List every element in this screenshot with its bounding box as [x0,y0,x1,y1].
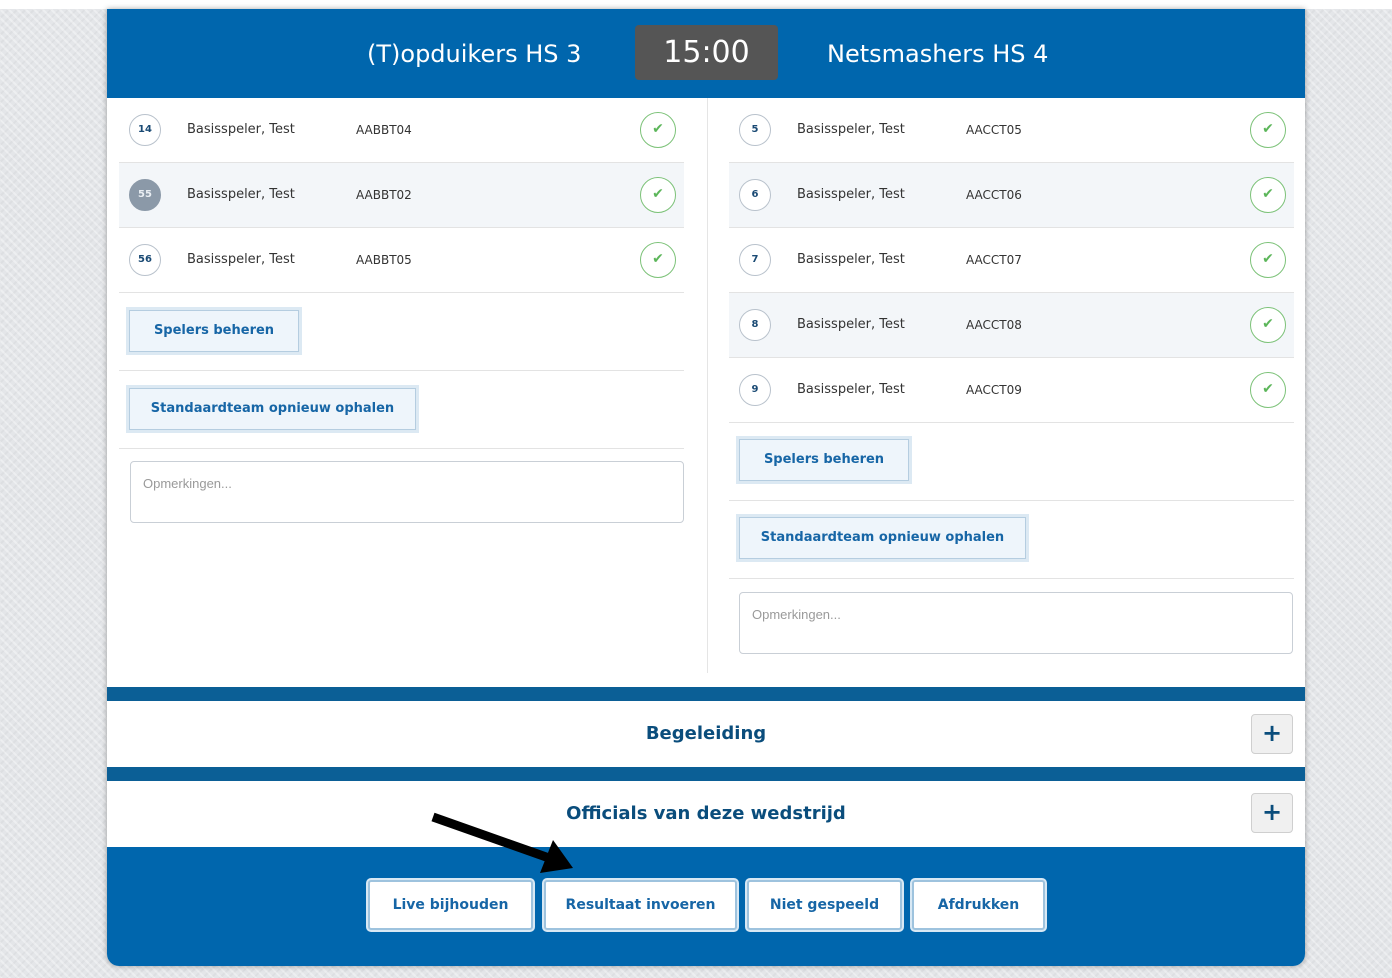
player-code: AACCT07 [966,253,1022,267]
shirt-number: 7 [739,244,771,276]
match-time: 15:00 [635,25,778,80]
remarks-input[interactable]: Opmerkingen... [130,461,684,523]
player-row[interactable]: 7 Basisspeler, Test AACCT07 ✔ [729,228,1294,293]
away-team-name: Netsmashers HS 4 [827,40,1049,68]
away-team-column: 5 Basisspeler, Test AACCT05 ✔ 6 Basisspe… [729,98,1294,669]
player-code: AACCT08 [966,318,1022,332]
officials-title: Officials van deze wedstrijd [566,803,846,824]
player-code: AABBT05 [356,253,412,267]
shirt-number: 5 [739,114,771,146]
refresh-team-button[interactable]: Standaardteam opnieuw ophalen [129,388,416,430]
checkmark-icon[interactable]: ✔ [1250,372,1286,408]
player-name: Basisspeler, Test [187,122,295,137]
accordion-divider [107,687,1305,701]
guidance-accordion[interactable]: Begeleiding + [107,701,1305,767]
live-tracking-button[interactable]: Live bijhouden [368,880,533,930]
player-code: AACCT09 [966,383,1022,397]
manage-players-section: Spelers beheren [729,423,1294,501]
action-footer: Live bijhouden Resultaat invoeren Niet g… [107,847,1305,966]
player-code: AABBT04 [356,123,412,137]
player-row[interactable]: 55 Basisspeler, Test AABBT02 ✔ [119,163,684,228]
player-row[interactable]: 6 Basisspeler, Test AACCT06 ✔ [729,163,1294,228]
remarks-section: Opmerkingen... [729,579,1294,669]
player-name: Basisspeler, Test [187,187,295,202]
player-name: Basisspeler, Test [187,252,295,267]
checkmark-icon[interactable]: ✔ [1250,242,1286,278]
player-name: Basisspeler, Test [797,382,905,397]
player-name: Basisspeler, Test [797,317,905,332]
player-name: Basisspeler, Test [797,252,905,267]
player-code: AACCT06 [966,188,1022,202]
checkmark-icon[interactable]: ✔ [1250,177,1286,213]
checkmark-icon[interactable]: ✔ [1250,307,1286,343]
player-name: Basisspeler, Test [797,187,905,202]
enter-result-button[interactable]: Resultaat invoeren [544,880,737,930]
not-played-button[interactable]: Niet gespeeld [747,880,902,930]
match-header: (T)opduikers HS 3 15:00 Netsmashers HS 4 [107,9,1305,98]
shirt-number: 14 [129,114,161,146]
shirt-number: 6 [739,179,771,211]
refresh-team-section: Standaardteam opnieuw ophalen [729,501,1294,579]
manage-players-section: Spelers beheren [119,293,684,371]
player-name: Basisspeler, Test [797,122,905,137]
player-row[interactable]: 56 Basisspeler, Test AABBT05 ✔ [119,228,684,293]
shirt-number: 9 [739,374,771,406]
player-row[interactable]: 5 Basisspeler, Test AACCT05 ✔ [729,98,1294,163]
home-team-column: 14 Basisspeler, Test AABBT04 ✔ 55 Basiss… [119,98,684,539]
checkmark-icon[interactable]: ✔ [640,242,676,278]
expand-guidance-button[interactable]: + [1251,714,1293,754]
top-strip [0,0,1392,9]
player-row[interactable]: 8 Basisspeler, Test AACCT08 ✔ [729,293,1294,358]
checkmark-icon[interactable]: ✔ [1250,112,1286,148]
manage-players-button[interactable]: Spelers beheren [129,310,299,352]
match-card: (T)opduikers HS 3 15:00 Netsmashers HS 4… [107,9,1305,966]
column-divider [707,98,708,673]
remarks-input[interactable]: Opmerkingen... [739,592,1293,654]
checkmark-icon[interactable]: ✔ [640,112,676,148]
checkmark-icon[interactable]: ✔ [640,177,676,213]
accordion-divider [107,767,1305,781]
officials-accordion[interactable]: Officials van deze wedstrijd + [107,781,1305,847]
manage-players-button[interactable]: Spelers beheren [739,439,909,481]
print-button[interactable]: Afdrukken [912,880,1045,930]
player-row[interactable]: 9 Basisspeler, Test AACCT09 ✔ [729,358,1294,423]
shirt-number: 55 [129,179,161,211]
player-row[interactable]: 14 Basisspeler, Test AABBT04 ✔ [119,98,684,163]
player-code: AABBT02 [356,188,412,202]
refresh-team-button[interactable]: Standaardteam opnieuw ophalen [739,517,1026,559]
player-code: AACCT05 [966,123,1022,137]
refresh-team-section: Standaardteam opnieuw ophalen [119,371,684,449]
guidance-title: Begeleiding [645,723,767,744]
expand-officials-button[interactable]: + [1251,793,1293,833]
remarks-section: Opmerkingen... [119,449,684,539]
shirt-number: 8 [739,309,771,341]
home-team-name: (T)opduikers HS 3 [367,40,582,68]
shirt-number: 56 [129,244,161,276]
